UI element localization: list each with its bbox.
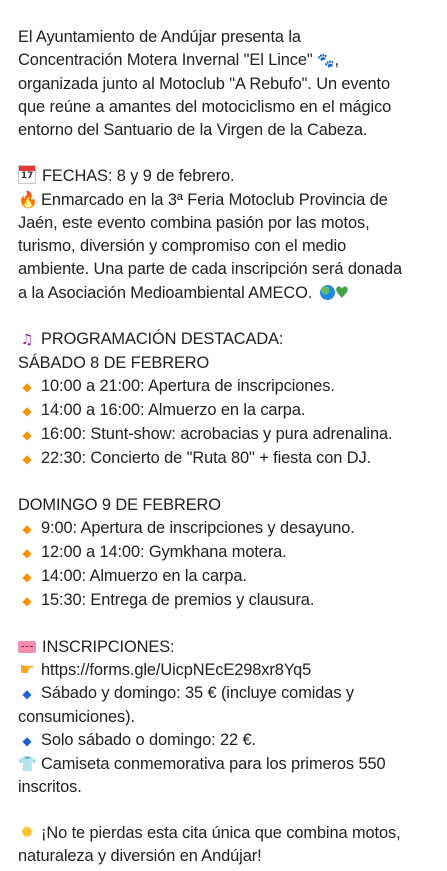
intro-line-1: El Ayuntamiento de Andújar presenta la: [18, 28, 301, 46]
orange-diamond-icon: ◆: [22, 522, 32, 536]
intro-line-2: Concentración Motera Invernal "El Lince"…: [18, 49, 438, 73]
inscripciones-section: INSCRIPCIONES: ☛ https://forms.gle/UicpNE…: [18, 636, 438, 799]
link-line: ☛ https://forms.gle/UicpNEcE298xr8Yq5: [18, 659, 438, 682]
domingo-section: DOMINGO 9 DE FEBRERO ◆ 9:00: Apertura de …: [18, 494, 438, 613]
orange-diamond-icon: ◆: [22, 428, 32, 442]
inscripciones-link[interactable]: https://forms.gle/UicpNEcE298xr8Yq5: [41, 661, 311, 679]
cierre-line-1: ✹ ¡No te pierdas esta cita única que comb…: [18, 822, 438, 845]
intro-line-4: que reúne a amantes del motociclismo en …: [18, 98, 392, 116]
feria-line-3: turismo, diversión y compromiso con el m…: [18, 237, 347, 255]
cierre-text-1: ¡No te pierdas esta cita única que combi…: [41, 824, 401, 842]
inscripciones-title: INSCRIPCIONES:: [42, 638, 175, 656]
list-item: ◆ 12:00 a 14:00: Gymkhana motera.: [18, 541, 438, 565]
precio-1-line-1: ◆ Sábado y domingo: 35 € (incluye comidas…: [18, 682, 438, 706]
sabado-item-text: 14:00 a 16:00: Almuerzo en la carpa.: [41, 401, 306, 419]
list-item: ◆ 22:30: Concierto de "Ruta 80" + fiesta …: [18, 447, 438, 471]
precio-1-text: Sábado y domingo: 35 € (incluye comidas …: [41, 684, 354, 702]
intro-line-2-text: Concentración Motera Invernal "El Lince": [18, 51, 313, 69]
list-item: ◆ 10:00 a 21:00: Apertura de inscripcione…: [18, 375, 438, 399]
list-item: ◆ 15:30: Entrega de premios y clausura.: [18, 589, 438, 613]
camiseta-line-1: 👕 Camiseta conmemorativa para los primero…: [18, 753, 438, 776]
programacion-title: PROGRAMACIÓN DESTACADA:: [41, 330, 284, 348]
domingo-item-text: 14:00: Almuerzo en la carpa.: [41, 567, 247, 585]
camiseta-line-2: inscritos.: [18, 778, 82, 796]
list-item: ◆ 14:00: Almuerzo en la carpa.: [18, 565, 438, 589]
fire-icon: 🔥: [18, 190, 38, 209]
precio-2-line: ◆ Solo sábado o domingo: 22 €.: [18, 729, 438, 753]
camiseta-text: Camiseta conmemorativa para los primeros…: [41, 755, 386, 773]
feria-line-1: 🔥 Enmarcado en la 3ª Feria Motoclub Provi…: [18, 188, 438, 212]
pointing-hand-icon: ☛: [19, 660, 35, 680]
t-shirt-icon: 👕: [18, 755, 37, 773]
globe-icon: [319, 285, 335, 300]
sabado-title: SÁBADO 8 DE FEBRERO: [18, 354, 210, 372]
orange-diamond-icon: ◆: [22, 404, 32, 418]
programacion-section: ♫ PROGRAMACIÓN DESTACADA: SÁBADO 8 DE FEB…: [18, 328, 438, 471]
domingo-item-text: 9:00: Apertura de inscripciones y desayu…: [41, 519, 355, 537]
feria-text-1: Enmarcado en la 3ª Feria Motoclub Provin…: [41, 191, 388, 209]
orange-diamond-icon: ◆: [22, 570, 32, 584]
orange-diamond-icon: ◆: [22, 380, 32, 394]
music-notes-icon: ♫: [20, 332, 34, 348]
intro-paragraph: El Ayuntamiento de Andújar presenta la C…: [18, 26, 438, 142]
precio-2-text: Solo sábado o domingo: 22 €.: [41, 731, 256, 749]
intro-line-2-tail: ,: [334, 51, 339, 69]
intro-line-5: entorno del Santuario de la Virgen de la…: [18, 121, 368, 139]
ticket-icon: [18, 641, 36, 653]
fechas-text: FECHAS: 8 y 9 de febrero.: [42, 167, 235, 185]
orange-diamond-icon: ◆: [22, 594, 32, 608]
cierre-line-2: naturaleza y diversión en Andújar!: [18, 847, 262, 865]
top-edge: [0, 0, 447, 8]
intro-line-3: organizada junto al Motoclub "A Rebufo".…: [18, 75, 391, 93]
calendar-icon: [18, 165, 36, 184]
blue-diamond-icon: ◆: [22, 687, 32, 701]
feria-line-2: Jaén, este evento combina pasión por las…: [18, 214, 370, 232]
domingo-title: DOMINGO 9 DE FEBRERO: [18, 496, 221, 514]
list-item: ◆ 16:00: Stunt-show: acrobacias y pura ad…: [18, 423, 438, 447]
fechas-line: FECHAS: 8 y 9 de febrero.: [18, 165, 438, 188]
sabado-item-text: 10:00 a 21:00: Apertura de inscripciones…: [41, 377, 335, 395]
list-item: ◆ 9:00: Apertura de inscripciones y desay…: [18, 517, 438, 541]
programacion-title-line: ♫ PROGRAMACIÓN DESTACADA:: [18, 328, 438, 352]
feria-line-5: a la Asociación Medioambiental AMECO. ♥: [18, 281, 438, 305]
domingo-item-text: 12:00 a 14:00: Gymkhana motera.: [41, 543, 287, 561]
list-item: ◆ 14:00 a 16:00: Almuerzo en la carpa.: [18, 399, 438, 423]
sabado-item-text: 22:30: Concierto de "Ruta 80" + fiesta c…: [41, 449, 372, 467]
sun-icon: ✹: [19, 823, 35, 843]
precio-1-line-2: consumiciones).: [18, 708, 135, 726]
cierre-paragraph: ✹ ¡No te pierdas esta cita única que comb…: [18, 822, 438, 868]
orange-diamond-icon: ◆: [22, 452, 32, 466]
feria-line-4: ambiente. Una parte de cada inscripción …: [18, 260, 402, 278]
orange-diamond-icon: ◆: [22, 546, 32, 560]
post-body: El Ayuntamiento de Andújar presenta la C…: [18, 26, 438, 868]
paw-prints-icon: 🐾: [317, 53, 335, 69]
feria-text-5: a la Asociación Medioambiental AMECO.: [18, 284, 313, 302]
fechas-paragraph: FECHAS: 8 y 9 de febrero. 🔥 Enmarcado en …: [18, 165, 438, 305]
green-heart-icon: ♥: [334, 283, 349, 302]
blue-diamond-icon: ◆: [22, 734, 32, 748]
sabado-item-text: 16:00: Stunt-show: acrobacias y pura adr…: [41, 425, 393, 443]
domingo-item-text: 15:30: Entrega de premios y clausura.: [41, 591, 315, 609]
inscripciones-title-line: INSCRIPCIONES:: [18, 636, 438, 659]
